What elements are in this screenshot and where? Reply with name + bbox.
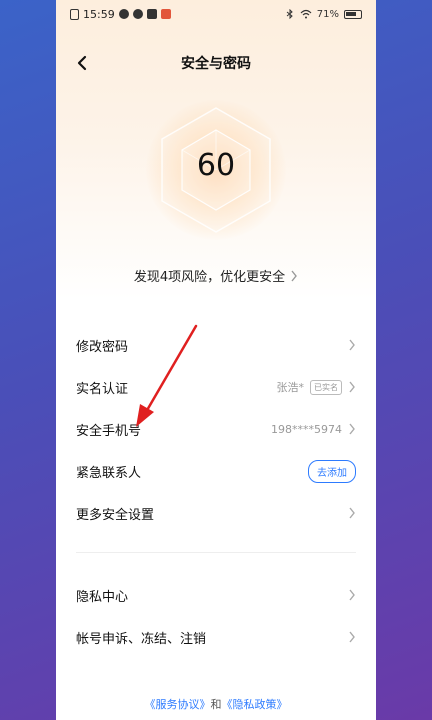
chevron-right-icon xyxy=(349,507,355,519)
score-value: 60 xyxy=(196,148,236,183)
sim-icon xyxy=(70,8,79,20)
row-label: 紧急联系人 xyxy=(76,465,142,481)
chevron-right-icon xyxy=(349,339,355,351)
account-appeal-row[interactable]: 帐号申诉、冻结、注销 xyxy=(56,616,376,658)
verified-badge: 已实名 xyxy=(310,379,342,395)
status-bar: 15:59 71% xyxy=(56,0,376,28)
real-name-verification-row[interactable]: 实名认证 张浩* 已实名 xyxy=(56,366,376,408)
app-notification-icon xyxy=(146,9,157,19)
phone-number: 198****5974 xyxy=(271,422,342,436)
verified-name: 张浩* xyxy=(276,381,305,394)
wifi-icon xyxy=(300,9,312,19)
security-phone-row[interactable]: 安全手机号 198****5974 xyxy=(56,408,376,450)
bluetooth-icon xyxy=(286,9,293,19)
footer-connector: 和 xyxy=(210,698,222,711)
chevron-right-icon xyxy=(349,381,355,393)
chevron-right-icon xyxy=(349,589,355,601)
chevron-right-icon xyxy=(349,423,355,435)
chevron-right-icon xyxy=(349,631,355,643)
add-emergency-contact-button[interactable]: 去添加 xyxy=(308,459,356,483)
privacy-policy-link[interactable]: 《隐私政策》 xyxy=(222,698,288,711)
back-icon[interactable] xyxy=(74,54,92,72)
app-notification-icon xyxy=(160,9,171,19)
row-label: 修改密码 xyxy=(76,339,129,355)
risk-banner-text: 发现4项风险，优化更安全 xyxy=(133,270,286,285)
privacy-center-row[interactable]: 隐私中心 xyxy=(56,574,376,616)
status-time: 15:59 xyxy=(83,7,115,21)
more-security-settings-row[interactable]: 更多安全设置 xyxy=(56,492,376,534)
chevron-right-icon xyxy=(291,270,298,282)
security-score: 60 xyxy=(146,100,286,240)
emergency-contact-row[interactable]: 紧急联系人 去添加 xyxy=(56,450,376,492)
row-label: 安全手机号 xyxy=(76,423,142,439)
row-label: 实名认证 xyxy=(76,381,129,397)
legal-footer: 《服务协议》和《隐私政策》 xyxy=(56,696,376,712)
row-label: 隐私中心 xyxy=(76,589,129,605)
row-label: 更多安全设置 xyxy=(76,507,155,523)
service-agreement-link[interactable]: 《服务协议》 xyxy=(145,698,211,711)
battery-percent: 71% xyxy=(316,8,339,20)
section-divider xyxy=(76,552,356,553)
security-settings-list: 修改密码 实名认证 张浩* 已实名 安全手机号 198****5974 紧急联系… xyxy=(56,324,376,534)
change-password-row[interactable]: 修改密码 xyxy=(56,324,376,366)
app-notification-icon xyxy=(132,9,143,19)
page-title: 安全与密码 xyxy=(181,56,251,72)
app-notification-icon xyxy=(118,9,129,19)
row-label: 帐号申诉、冻结、注销 xyxy=(76,631,207,647)
risk-banner[interactable]: 发现4项风险，优化更安全 xyxy=(56,266,376,285)
battery-icon xyxy=(344,9,362,19)
privacy-settings-list: 隐私中心 帐号申诉、冻结、注销 xyxy=(56,574,376,658)
phone-screen: 15:59 71% 安全与密码 60 发现4项风险，优化更安全 修改密码 实名认… xyxy=(56,0,376,720)
nav-bar: 安全与密码 xyxy=(56,46,376,80)
